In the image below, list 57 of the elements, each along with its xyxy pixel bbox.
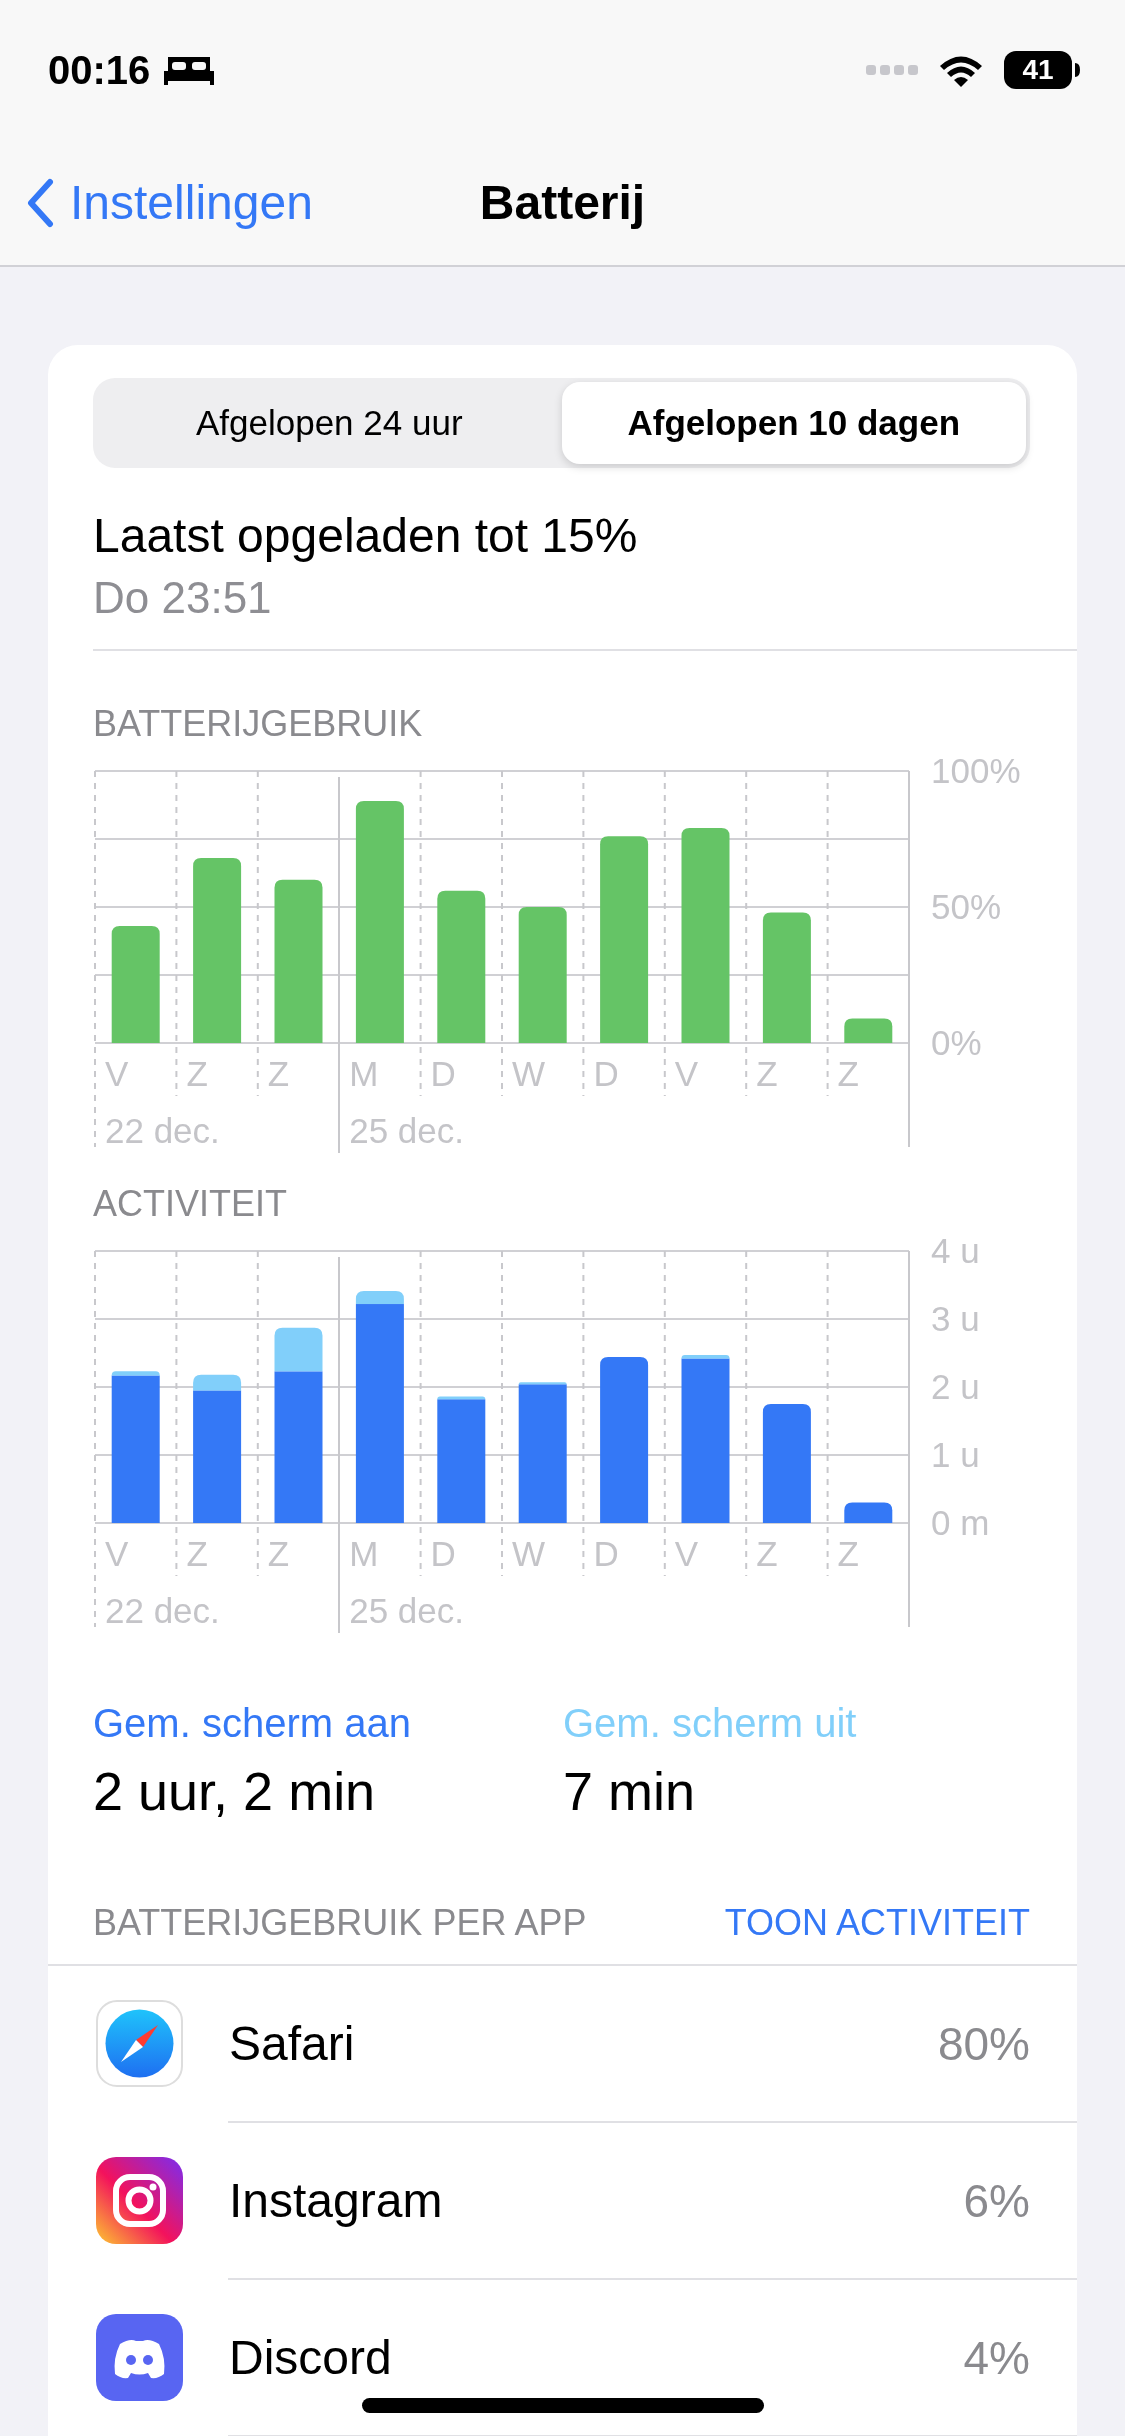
average-value: 7 min	[563, 1760, 697, 1822]
day-label: W	[512, 1054, 546, 1093]
day-label: D	[593, 1534, 619, 1573]
app-name: Discord	[229, 2330, 393, 2385]
status-time: 00:16	[48, 47, 151, 93]
section-header: BATTERIJGEBRUIK PER APP	[93, 1902, 587, 1944]
app-name: Instagram	[229, 2173, 444, 2228]
section-header: BATTERIJGEBRUIK	[93, 703, 424, 745]
day-label: Z	[837, 1534, 859, 1573]
day-label: V	[105, 1054, 129, 1093]
average-label: Gem. scherm aan	[93, 1701, 412, 1746]
average-value: 2 uur, 2 min	[93, 1760, 377, 1822]
day-label: Z	[267, 1534, 290, 1573]
axis-label: 4 u	[931, 1231, 980, 1270]
segment-tab[interactable]: Afgelopen 10 dagen	[561, 382, 1026, 464]
back-button[interactable]: Instellingen	[0, 175, 313, 230]
axis-label: 1 u	[931, 1435, 980, 1474]
axis-label: 3 u	[931, 1299, 980, 1338]
date-label: 25 dec.	[349, 1111, 464, 1150]
show-activity-link[interactable]: TOON ACTIVITEIT	[724, 1902, 1030, 1944]
day-label: D	[430, 1534, 456, 1573]
day-label: Z	[837, 1054, 859, 1093]
app-row[interactable]: Safari 80%	[48, 1966, 1077, 2121]
app-percent: 4%	[963, 2330, 1030, 2385]
segment-tab[interactable]: Afgelopen 24 uur	[97, 382, 562, 464]
date-label: 25 dec.	[349, 1591, 464, 1630]
day-label: V	[674, 1054, 699, 1093]
app-name: Safari	[229, 2016, 356, 2071]
app-percent: 80%	[937, 2016, 1030, 2071]
app-row[interactable]: Discord 4%	[48, 2280, 1077, 2435]
average-label: Gem. scherm uit	[563, 1701, 858, 1746]
day-label: Z	[756, 1054, 778, 1093]
day-label: D	[430, 1054, 456, 1093]
day-label: Z	[267, 1054, 290, 1093]
axis-label: 0%	[931, 1023, 982, 1062]
day-label: M	[349, 1054, 379, 1093]
day-label: D	[593, 1054, 619, 1093]
day-label: Z	[186, 1534, 208, 1573]
section-header: ACTIVITEIT	[93, 1183, 288, 1225]
day-label: Z	[186, 1054, 208, 1093]
app-row[interactable]: Instagram 6%	[48, 2123, 1077, 2278]
axis-label: 0 m	[931, 1503, 990, 1542]
day-label: Z	[756, 1534, 778, 1573]
last-charged-title: Laatst opgeladen tot 15%	[93, 508, 639, 563]
date-label: 22 dec.	[105, 1111, 220, 1150]
axis-label: 100%	[931, 751, 1021, 790]
battery-level: 41	[1004, 51, 1072, 89]
date-label: 22 dec.	[105, 1591, 220, 1630]
app-percent: 6%	[963, 2173, 1030, 2228]
axis-label: 2 u	[931, 1367, 980, 1406]
axis-label: 50%	[931, 887, 1002, 926]
day-label: M	[349, 1534, 379, 1573]
day-label: V	[674, 1534, 699, 1573]
page-title: Batterij	[479, 175, 646, 230]
last-charged-time: Do 23:51	[93, 573, 273, 624]
day-label: W	[512, 1534, 546, 1573]
day-label: V	[105, 1534, 129, 1573]
